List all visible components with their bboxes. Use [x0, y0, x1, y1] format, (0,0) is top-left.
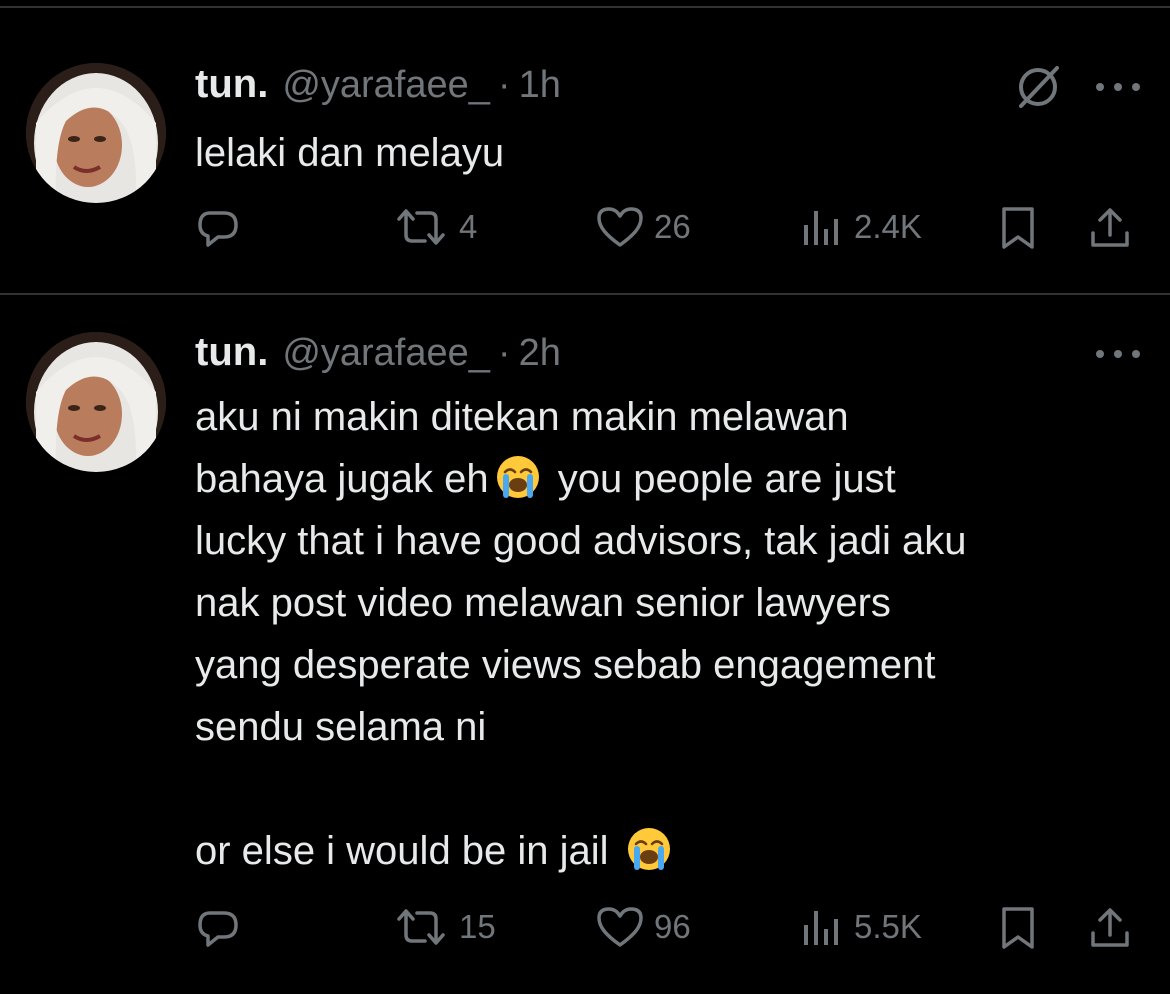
views-icon	[804, 211, 838, 245]
like-button[interactable]: 96	[596, 905, 691, 949]
loudly-crying-face-emoji	[627, 828, 670, 870]
reply-icon	[198, 911, 238, 947]
heart-icon	[597, 907, 643, 947]
like-count: 96	[654, 908, 691, 945]
bookmark-icon	[1002, 207, 1034, 249]
grok-icon[interactable]	[1013, 62, 1063, 112]
separator: ·	[497, 64, 511, 106]
tweet-1[interactable]: tun. @yarafaee_ · 1h lelaki dan melayu 4	[0, 0, 1170, 296]
tweet-text: lelaki dan melayu	[195, 131, 505, 175]
retweet-icon	[397, 209, 445, 245]
timestamp[interactable]: 1h	[519, 64, 561, 107]
like-button[interactable]: 26	[596, 205, 691, 249]
reply-button[interactable]	[196, 205, 250, 249]
separator: ·	[497, 332, 511, 374]
retweet-count: 4	[459, 208, 478, 245]
share-button[interactable]	[1088, 205, 1132, 251]
share-icon	[1091, 208, 1129, 247]
avatar[interactable]	[26, 63, 166, 203]
tweet-header: tun. @yarafaee_ · 2h	[195, 330, 561, 375]
share-button[interactable]	[1088, 905, 1132, 951]
views-count: 5.5K	[854, 908, 922, 945]
retweet-icon	[397, 909, 445, 945]
views-count: 2.4K	[854, 208, 922, 245]
tweet-actions: 15 96 5.5K	[0, 905, 1170, 955]
share-icon	[1091, 908, 1129, 947]
like-count: 26	[654, 208, 691, 245]
bookmark-button[interactable]	[998, 905, 1038, 951]
display-name[interactable]: tun.	[195, 330, 268, 375]
tweet-header: tun. @yarafaee_ · 1h	[195, 62, 561, 107]
reply-icon	[198, 211, 238, 247]
loudly-crying-face-emoji	[496, 456, 539, 498]
bookmark-button[interactable]	[998, 205, 1038, 251]
retweet-button[interactable]: 4	[393, 205, 477, 249]
handle[interactable]: @yarafaee_	[282, 332, 490, 375]
heart-icon	[597, 207, 643, 247]
views-icon	[804, 911, 838, 945]
views-button[interactable]: 5.5K	[800, 905, 922, 949]
display-name[interactable]: tun.	[195, 62, 268, 107]
reply-button[interactable]	[196, 905, 250, 949]
retweet-count: 15	[459, 908, 496, 945]
more-icon[interactable]	[1096, 347, 1140, 361]
views-button[interactable]: 2.4K	[800, 205, 922, 249]
more-icon[interactable]	[1096, 80, 1140, 94]
tweet-actions: 4 26 2.4K	[0, 205, 1170, 255]
avatar[interactable]	[26, 332, 166, 472]
bookmark-icon	[1002, 907, 1034, 949]
tweet-text: aku ni makin ditekan makin melawan bahay…	[195, 386, 1155, 882]
tweet-2[interactable]: tun. @yarafaee_ · 2h aku ni makin diteka…	[0, 295, 1170, 994]
tweet-text-part-2: you people are just lucky that i have go…	[195, 457, 967, 873]
handle[interactable]: @yarafaee_	[282, 64, 490, 107]
retweet-button[interactable]: 15	[393, 905, 496, 949]
timestamp[interactable]: 2h	[519, 332, 561, 375]
